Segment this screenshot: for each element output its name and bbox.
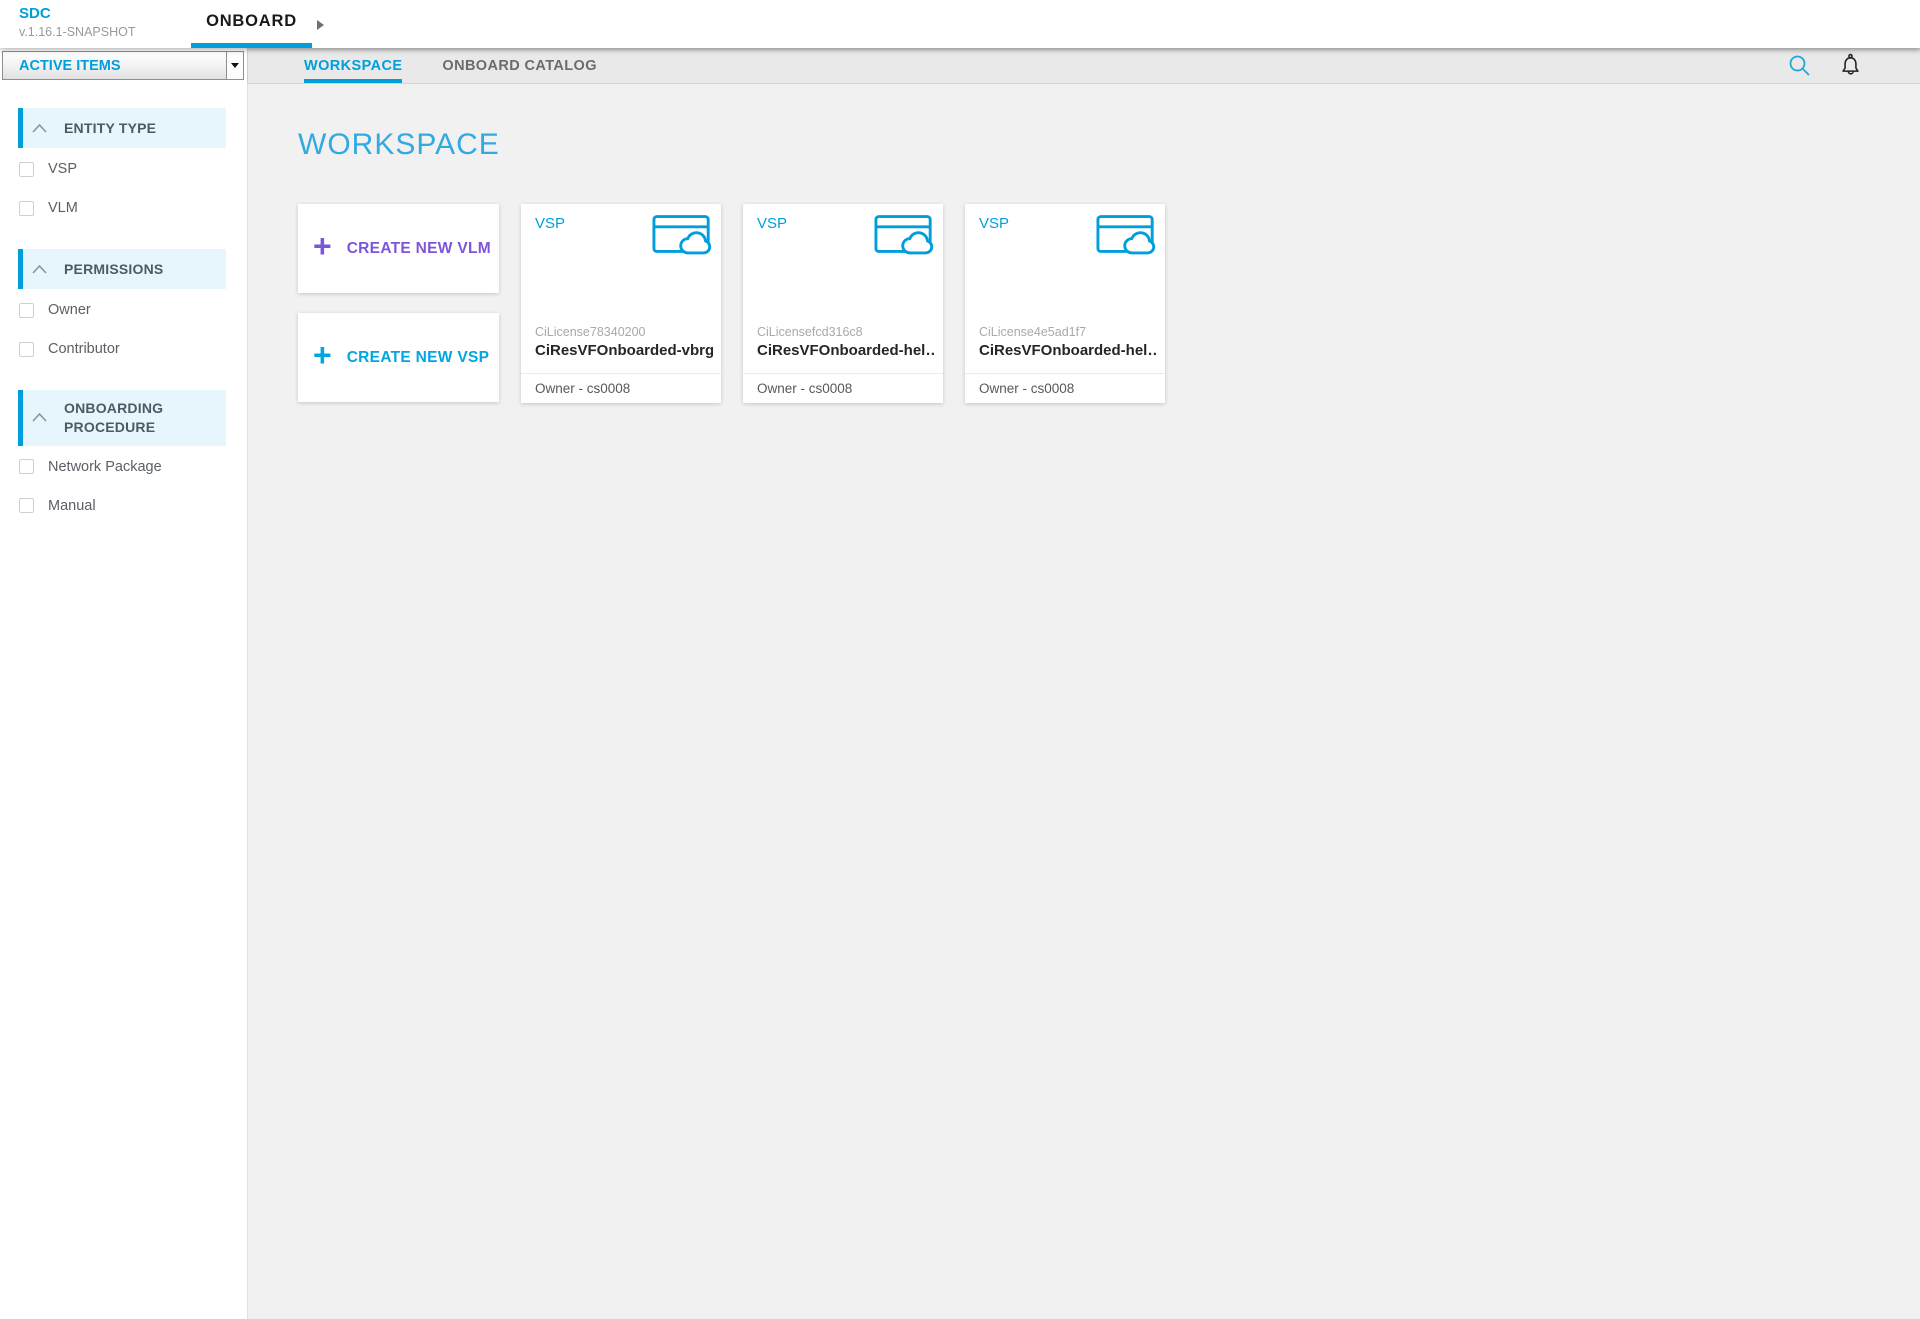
nav-tab-onboard-label: ONBOARD xyxy=(206,12,297,31)
filter-option-manual[interactable]: Manual xyxy=(18,487,226,524)
filter-option-label: VSP xyxy=(48,161,77,177)
plus-icon: + xyxy=(313,339,332,371)
create-new-vsp-button[interactable]: + CREATE NEW VSP xyxy=(298,313,499,402)
card-type-label: VSP xyxy=(979,215,1009,232)
top-header: SDC v.1.16.1-SNAPSHOT ONBOARD xyxy=(0,0,1920,48)
section-header-entity-type[interactable]: ENTITY TYPE xyxy=(18,108,226,148)
section-title: ONBOARDING PROCEDURE xyxy=(64,399,218,437)
section-title: PERMISSIONS xyxy=(64,260,163,279)
vsp-card[interactable]: VSP CiLicensefcd316c8 CiResVFOnboarded-h… xyxy=(743,204,943,403)
filter-sidebar: ENTITY TYPE VSP VLM PERMISSIONS Owner xyxy=(0,84,248,1319)
active-items-select-value: ACTIVE ITEMS xyxy=(19,58,121,74)
workspace-main: WORKSPACE + CREATE NEW VLM + CREATE NEW … xyxy=(248,84,1920,1319)
filter-section-permissions: PERMISSIONS Owner Contributor xyxy=(18,249,226,367)
card-info: CiLicensefcd316c8 CiResVFOnboarded-hel… xyxy=(757,325,935,359)
vsp-cloud-icon xyxy=(652,214,714,261)
card-name: CiResVFOnboarded-vbrg… xyxy=(535,342,713,359)
tab-onboard-catalog[interactable]: ONBOARD CATALOG xyxy=(442,48,596,83)
card-owner: Owner - cs0008 xyxy=(743,373,943,403)
vsp-cloud-icon xyxy=(1096,214,1158,261)
card-type-label: VSP xyxy=(757,215,787,232)
filter-option-label: Owner xyxy=(48,302,91,318)
filter-section-onboarding-procedure: ONBOARDING PROCEDURE Network Package Man… xyxy=(18,390,226,524)
card-owner: Owner - cs0008 xyxy=(521,373,721,403)
create-buttons-column: + CREATE NEW VLM + CREATE NEW VSP xyxy=(298,204,499,403)
filter-option-label: Network Package xyxy=(48,459,162,475)
card-license: CiLicense4e5ad1f7 xyxy=(979,325,1157,339)
chevron-up-icon xyxy=(32,413,47,422)
notifications-bell-icon[interactable] xyxy=(1838,53,1863,78)
checkbox-vsp[interactable] xyxy=(19,162,34,177)
cards-row: + CREATE NEW VLM + CREATE NEW VSP VSP xyxy=(298,204,1920,403)
checkbox-network-package[interactable] xyxy=(19,459,34,474)
plus-icon: + xyxy=(313,230,332,262)
chevron-up-icon xyxy=(32,124,47,133)
vsp-card[interactable]: VSP CiLicense78340200 CiResVFOnboarded-v… xyxy=(521,204,721,403)
create-new-vsp-label: CREATE NEW VSP xyxy=(347,349,490,367)
filter-option-vsp[interactable]: VSP xyxy=(18,150,226,187)
filter-option-label: Manual xyxy=(48,498,96,514)
filter-option-vlm[interactable]: VLM xyxy=(18,189,226,226)
section-header-permissions[interactable]: PERMISSIONS xyxy=(18,249,226,289)
tab-workspace[interactable]: WORKSPACE xyxy=(304,48,402,83)
toolbar-icons xyxy=(1788,48,1920,83)
card-license: CiLicensefcd316c8 xyxy=(757,325,935,339)
card-license: CiLicense78340200 xyxy=(535,325,713,339)
vsp-card[interactable]: VSP CiLicense4e5ad1f7 CiResVFOnboarded-h… xyxy=(965,204,1165,403)
checkbox-vlm[interactable] xyxy=(19,201,34,216)
toolbar: ACTIVE ITEMS WORKSPACE ONBOARD CATALOG xyxy=(0,48,1920,84)
content: ENTITY TYPE VSP VLM PERMISSIONS Owner xyxy=(0,84,1920,1319)
nav-tab-onboard[interactable]: ONBOARD xyxy=(191,0,312,48)
filter-section-entity-type: ENTITY TYPE VSP VLM xyxy=(18,108,226,226)
app-logo-title: SDC xyxy=(19,6,135,23)
checkbox-manual[interactable] xyxy=(19,498,34,513)
filter-option-label: Contributor xyxy=(48,341,120,357)
section-header-onboarding-procedure[interactable]: ONBOARDING PROCEDURE xyxy=(18,390,226,446)
card-info: CiLicense4e5ad1f7 CiResVFOnboarded-hel… xyxy=(979,325,1157,359)
card-name: CiResVFOnboarded-hel… xyxy=(979,342,1157,359)
checkbox-owner[interactable] xyxy=(19,303,34,318)
vsp-cloud-icon xyxy=(874,214,936,261)
card-type-label: VSP xyxy=(535,215,565,232)
page-title: WORKSPACE xyxy=(298,128,1920,162)
filter-option-contributor[interactable]: Contributor xyxy=(18,330,226,367)
view-tabbar: WORKSPACE ONBOARD CATALOG xyxy=(248,48,1920,84)
select-caret-icon xyxy=(226,52,243,79)
nav-expand-arrow-icon[interactable] xyxy=(317,20,324,30)
chevron-up-icon xyxy=(32,265,47,274)
section-title: ENTITY TYPE xyxy=(64,119,156,138)
create-new-vlm-button[interactable]: + CREATE NEW VLM xyxy=(298,204,499,293)
tab-workspace-label: WORKSPACE xyxy=(304,58,402,74)
filter-option-owner[interactable]: Owner xyxy=(18,291,226,328)
filter-option-label: VLM xyxy=(48,200,78,216)
card-owner: Owner - cs0008 xyxy=(965,373,1165,403)
app-version: v.1.16.1-SNAPSHOT xyxy=(19,25,135,39)
card-info: CiLicense78340200 CiResVFOnboarded-vbrg… xyxy=(535,325,713,359)
filter-option-network-package[interactable]: Network Package xyxy=(18,448,226,485)
card-name: CiResVFOnboarded-hel… xyxy=(757,342,935,359)
tab-onboard-catalog-label: ONBOARD CATALOG xyxy=(442,58,596,74)
search-icon[interactable] xyxy=(1788,54,1811,77)
checkbox-contributor[interactable] xyxy=(19,342,34,357)
app-logo[interactable]: SDC v.1.16.1-SNAPSHOT xyxy=(19,6,135,39)
filter-select-area: ACTIVE ITEMS xyxy=(0,48,248,84)
create-new-vlm-label: CREATE NEW VLM xyxy=(347,240,491,258)
active-items-select[interactable]: ACTIVE ITEMS xyxy=(2,51,244,80)
